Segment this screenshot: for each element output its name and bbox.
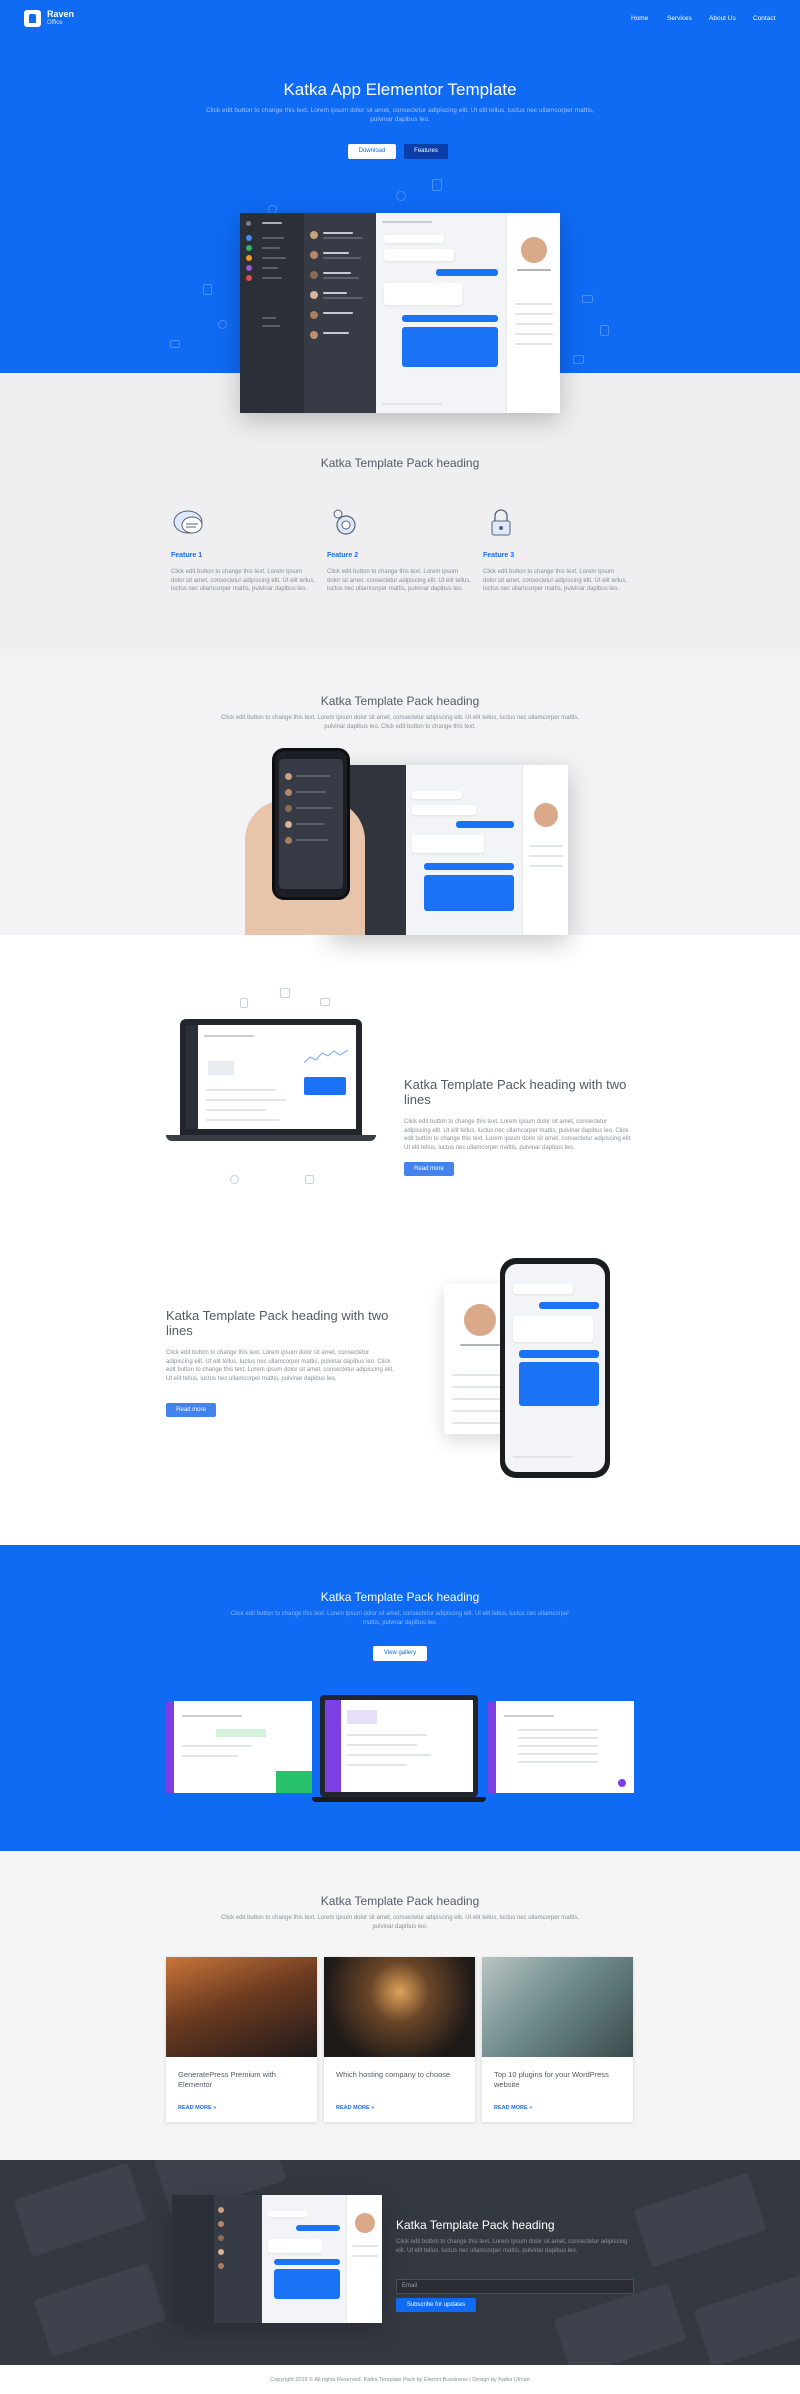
download-button[interactable]: Download (348, 144, 396, 159)
nav-services[interactable]: Services (667, 15, 692, 22)
blog-card[interactable]: Which hosting company to choose READ MOR… (324, 1957, 475, 2122)
blog-card-title[interactable]: GeneratePress Premium with Elementor (178, 2070, 308, 2090)
doodle-icon (218, 320, 227, 329)
doodle-icon (240, 998, 248, 1008)
subscribe-text: Click edit button to change this text. L… (396, 2239, 628, 2254)
read-more-link[interactable]: READ MORE » (494, 2105, 532, 2111)
doodle-icon (432, 179, 442, 191)
phone-section-heading: Katka Template Pack heading with two lin… (166, 1308, 389, 1338)
laptop-read-more-button[interactable]: Read more (404, 1162, 454, 1176)
sparkline-graphic (304, 1049, 348, 1064)
doodle-icon (305, 1175, 314, 1184)
email-input[interactable]: Email (396, 2279, 634, 2294)
gallery-laptop-screenshot (320, 1695, 478, 1797)
nav-home[interactable]: Home (631, 15, 648, 22)
phone-mockup-large (500, 1258, 610, 1478)
blog-card[interactable]: GeneratePress Premium with Elementor REA… (166, 1957, 317, 2122)
laptop-desk-image[interactable] (482, 1957, 633, 2057)
page: { "brand": {"name": "Raven", "tagline": … (0, 0, 800, 2394)
phone-mockup (272, 748, 350, 900)
doodle-icon (170, 340, 180, 348)
feature-1-title: Feature 1 (171, 552, 203, 559)
lock-icon (491, 509, 511, 536)
chat-bubbles-icon (173, 510, 203, 534)
feature-2-title: Feature 2 (327, 552, 359, 559)
doodle-icon (396, 191, 406, 201)
subscribe-app-screenshot (172, 2195, 382, 2323)
blog-text: Click edit button to change this text. L… (221, 1915, 579, 1930)
brand-name[interactable]: Raven (47, 9, 74, 19)
doodle-icon (230, 1175, 239, 1184)
blog-card-title[interactable]: Which hosting company to choose (336, 2070, 466, 2080)
laptop-section-heading: Katka Template Pack heading with two lin… (404, 1077, 627, 1107)
doodle-icon (600, 325, 609, 336)
top-navbar: Raven Office Home Services About Us Cont… (0, 0, 800, 38)
devices-text: Click edit button to change this text. L… (221, 715, 579, 730)
devices-heading: Katka Template Pack heading (320, 694, 480, 708)
subscribe-button[interactable]: Subscribe for updates (396, 2298, 476, 2312)
copyright-text: Copyright 2019 © All rights Reserved. Ka… (270, 2377, 530, 2383)
gallery-screenshot-1 (166, 1701, 312, 1793)
gallery-screenshot-3 (488, 1701, 634, 1793)
brand-logo-icon[interactable] (24, 10, 41, 27)
gallery-laptop-base (312, 1797, 486, 1802)
laptop-mockup (180, 1019, 362, 1135)
nav-about-us[interactable]: About Us (709, 15, 736, 22)
lightbulb-image[interactable] (324, 1957, 475, 2057)
feature-1-text: Click edit button to change this text. L… (171, 569, 316, 592)
doodle-icon (203, 284, 212, 295)
hero-title: Katka App Elementor Template (283, 80, 517, 99)
feature-2-text: Click edit button to change this text. L… (327, 569, 472, 592)
subscribe-heading: Katka Template Pack heading (396, 2218, 555, 2232)
view-gallery-button[interactable]: View gallery (373, 1646, 427, 1661)
doodle-icon (320, 998, 330, 1006)
blog-heading: Katka Template Pack heading (320, 1894, 480, 1908)
laptop-base (166, 1135, 376, 1141)
concert-image[interactable] (166, 1957, 317, 2057)
read-more-link[interactable]: READ MORE » (178, 2105, 216, 2111)
brand-tagline: Office (47, 20, 63, 26)
features-button[interactable]: Features (404, 144, 448, 159)
gear-icon (333, 509, 356, 535)
phone-read-more-button[interactable]: Read more (166, 1403, 216, 1417)
doodle-icon (573, 355, 584, 364)
gallery-text: Click edit button to change this text. L… (230, 1611, 570, 1626)
feature-3-title: Feature 3 (483, 552, 515, 559)
hero-app-screenshot (240, 213, 560, 413)
hero-subtitle: Click edit button to change this text. L… (206, 107, 594, 123)
hero-lower-band (0, 373, 800, 655)
gallery-heading: Katka Template Pack heading (320, 1590, 480, 1604)
nav-contact[interactable]: Contact (753, 15, 775, 22)
blog-card[interactable]: Top 10 plugins for your WordPress websit… (482, 1957, 633, 2122)
blog-card-title[interactable]: Top 10 plugins for your WordPress websit… (494, 2070, 624, 2090)
subscribe-section (0, 2160, 800, 2365)
phone-section-text: Click edit button to change this text. L… (166, 1350, 394, 1382)
desktop-app-screenshot (330, 765, 568, 935)
features-heading: Katka Template Pack heading (320, 456, 480, 470)
read-more-link[interactable]: READ MORE » (336, 2105, 374, 2111)
laptop-section-text: Click edit button to change this text. L… (404, 1119, 632, 1151)
doodle-icon (582, 295, 593, 303)
feature-3-text: Click edit button to change this text. L… (483, 569, 628, 592)
doodle-icon (280, 988, 290, 998)
